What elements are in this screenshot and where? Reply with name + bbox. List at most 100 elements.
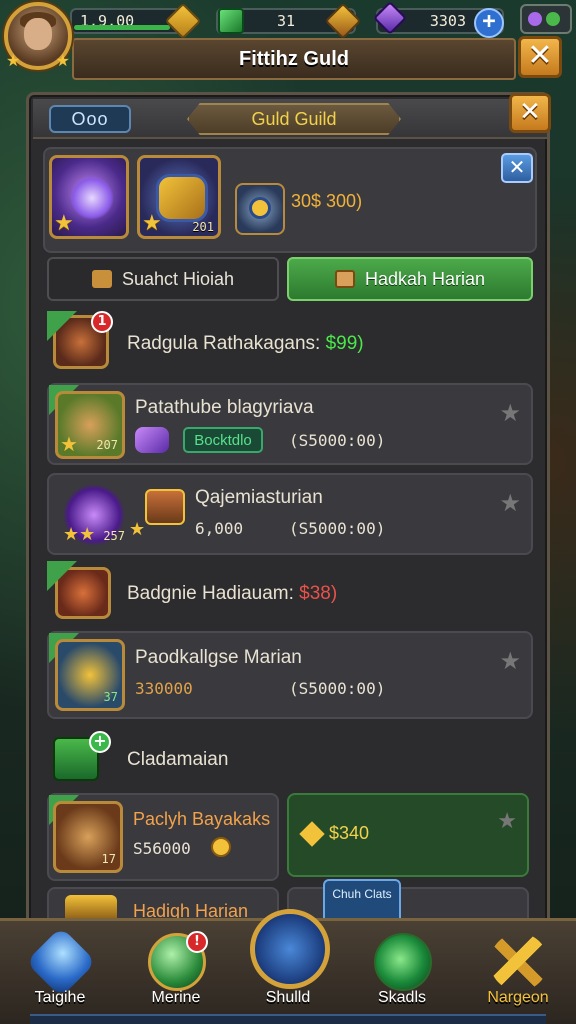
toggle-leaf-icon	[546, 12, 560, 26]
list-item[interactable]: 37 Paodkallgse Marian 330000 (S5000:00) …	[47, 631, 533, 719]
energy-progress-bar	[74, 25, 170, 30]
gems-value: 3303	[429, 12, 466, 30]
armor-icon	[156, 174, 208, 222]
item-level: 207	[96, 438, 118, 452]
featured-card-armor[interactable]: ★ 201	[137, 155, 221, 239]
panel-toggle-pill[interactable]: Ooo	[49, 105, 131, 133]
favorite-star-icon[interactable]: ★	[499, 399, 521, 427]
gem-orb-icon	[25, 926, 97, 998]
item-value: (S5000:00)	[289, 679, 386, 698]
map-icon	[91, 270, 112, 288]
ring-icon	[135, 427, 169, 453]
rarity-star-icon: ★	[129, 519, 146, 540]
tab-search[interactable]: Suahct Hioiah	[47, 257, 279, 301]
tooltip-text: Chuh Clats	[332, 887, 392, 901]
coins-value: 31	[276, 12, 296, 30]
add-gems-button[interactable]: +	[474, 8, 504, 38]
list-item[interactable]: ★★ 257 ★ Qajemiasturian 6,000 (S5000:00)…	[47, 473, 533, 555]
rarity-star-icon: ★	[142, 211, 162, 236]
section-title: Radgula Rathakagans: $99)	[127, 333, 364, 354]
favorite-star-icon[interactable]: ★	[497, 809, 517, 834]
item-price: S56000	[133, 839, 191, 858]
item-title: Qajemiasturian	[195, 487, 323, 508]
item-title: Paclyh Bayakaks	[133, 809, 271, 829]
chest-item-icon	[145, 489, 185, 525]
nav-label: Merine	[151, 989, 201, 1006]
player-avatar[interactable]: ★ ★	[4, 2, 72, 70]
close-panel-button[interactable]: ✕	[509, 93, 551, 133]
chest-icon	[334, 270, 355, 288]
add-icon: +	[89, 731, 111, 753]
bottom-navigation: Taigihe ! Merine Shulld Skadls Nargeon	[0, 909, 576, 1024]
screen-title-bar: Fittihz Guld	[72, 38, 516, 80]
bottom-strip	[30, 1014, 546, 1024]
new-ribbon	[47, 561, 77, 591]
favorite-star-icon[interactable]: ★	[499, 647, 521, 675]
item-level: 257	[103, 529, 125, 543]
rarity-star-icon: ★	[54, 211, 74, 236]
section-title: Cladamaian	[127, 749, 229, 770]
list-item[interactable]: 17 Paclyh Bayakaks S56000	[47, 793, 279, 881]
green-gem-icon	[218, 8, 244, 34]
item-scroll-icon: 17	[53, 801, 123, 873]
rarity-star-icon: ★	[60, 432, 78, 456]
settings-toggle-button[interactable]	[520, 4, 572, 34]
swirl-orb-icon	[374, 933, 432, 991]
featured-card-amulet[interactable]	[235, 183, 285, 235]
section-title: Badgnie Hadiauam: $38)	[127, 583, 338, 604]
rarity-star-icon: ★★	[63, 524, 96, 545]
notification-badge: 1	[91, 311, 113, 333]
avatar-star-icon: ★	[6, 51, 21, 70]
card-level: 201	[192, 220, 214, 234]
shield-crystal-icon	[250, 909, 330, 989]
nav-label: Taigihe	[34, 989, 86, 1006]
tab-search-label: Suahct Hioiah	[121, 268, 235, 289]
nav-item-skills[interactable]: Skadls	[346, 921, 458, 1013]
item-level: 37	[103, 690, 118, 704]
section-header-3: + Cladamaian	[47, 727, 533, 789]
favorite-star-icon[interactable]: ★	[499, 489, 521, 517]
section-header-2: Badgnie Hadiauam: $38)	[47, 561, 533, 621]
avatar-star-icon: ★	[55, 51, 70, 70]
featured-close-button[interactable]: ✕	[501, 153, 533, 183]
featured-card-staff[interactable]: ★	[49, 155, 129, 239]
notification-badge: !	[186, 931, 208, 953]
nav-item-weapons[interactable]: Nargeon	[462, 921, 574, 1013]
avatar-face	[24, 18, 52, 50]
guild-banner: Guld Guild	[187, 103, 401, 135]
nav-item-gems[interactable]: Taigihe	[4, 921, 116, 1013]
item-scroll-icon: ★ 207	[55, 391, 125, 459]
section-price: $99)	[325, 333, 364, 354]
item-weapon-icon: 37	[55, 639, 125, 711]
toggle-gem-icon	[528, 12, 542, 26]
nav-label: Nargeon	[487, 989, 549, 1006]
close-screen-button[interactable]: ✕	[518, 36, 562, 78]
guild-banner-label: Guld Guild	[251, 108, 337, 129]
list-item[interactable]: ★ 207 Patathube blagyriava Bocktdlo (S50…	[47, 383, 533, 465]
crystal-icon: ★★ 257	[63, 485, 125, 545]
tab-daily[interactable]: Hadkah Harian	[287, 257, 533, 301]
item-level: 17	[101, 852, 116, 866]
section-price: $38)	[299, 583, 338, 604]
guild-panel: Ooo Guld Guild ✕ ★ ★ 201 ✕ 30$ 300) Suah…	[26, 92, 551, 932]
tab-daily-label: Hadkah Harian	[364, 268, 486, 289]
buy-button[interactable]: Bocktdlo	[183, 427, 263, 453]
screen-title: Fittihz Guld	[239, 47, 349, 70]
item-title: Patathube blagyriava	[135, 397, 314, 418]
amulet-icon	[249, 197, 271, 219]
nav-item-merine[interactable]: ! Merine	[120, 921, 232, 1013]
buy-price: $340	[329, 823, 370, 843]
gold-gem-icon	[299, 821, 325, 847]
item-price: 6,000	[195, 519, 244, 538]
section-header-1: 1 Radgula Rathakagans: $99)	[47, 311, 533, 371]
nav-label: Shulld	[265, 989, 311, 1006]
new-ribbon	[47, 311, 77, 341]
item-price: 330000	[135, 679, 193, 698]
staff-icon	[70, 176, 114, 220]
nav-label: Skadls	[377, 989, 427, 1006]
nav-item-shield[interactable]: Shulld	[232, 909, 344, 1013]
buy-price-panel[interactable]: $340 ★	[287, 793, 529, 877]
featured-price: 30$ 300)	[291, 191, 363, 211]
coin-icon	[211, 837, 231, 857]
item-value: (S5000:00)	[289, 519, 386, 538]
